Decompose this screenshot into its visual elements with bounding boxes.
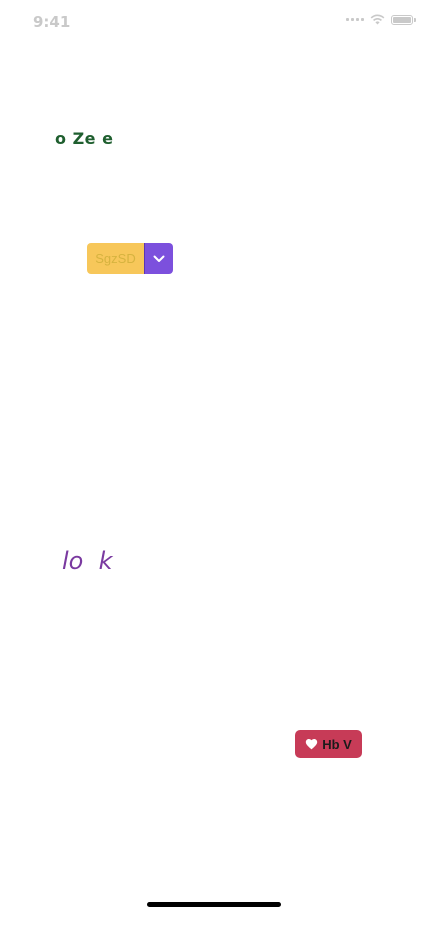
- like-button[interactable]: Hb V: [295, 730, 362, 758]
- status-time: 9:41: [33, 13, 71, 31]
- battery-icon: [391, 14, 416, 25]
- signal-icon: [346, 18, 364, 21]
- status-icons: [346, 14, 416, 25]
- like-button-label: Hb V: [322, 736, 352, 752]
- italic-text: lo k: [62, 547, 113, 575]
- split-button: SgzSD: [87, 243, 173, 274]
- split-button-toggle[interactable]: [144, 243, 173, 274]
- heart-icon: [306, 739, 318, 750]
- status-bar: 9:41: [0, 0, 428, 44]
- chevron-down-icon: [153, 255, 165, 262]
- home-indicator[interactable]: [147, 902, 281, 907]
- split-button-main[interactable]: SgzSD: [87, 243, 144, 274]
- heading-text: o Ze e: [55, 129, 114, 148]
- wifi-icon: [370, 14, 385, 25]
